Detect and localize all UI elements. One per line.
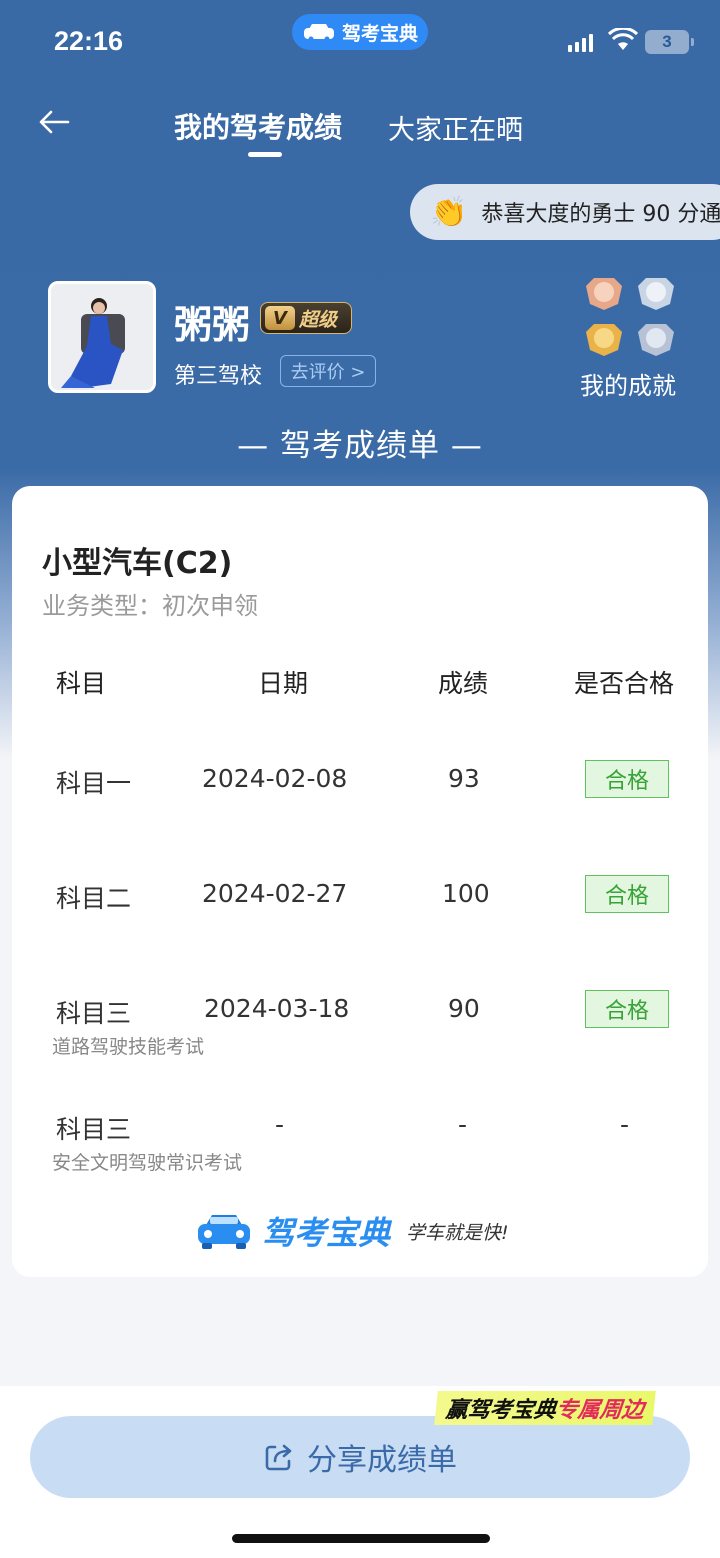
car-logo-icon xyxy=(198,1215,250,1249)
wifi-icon xyxy=(608,28,638,50)
header-subject: 科目 xyxy=(56,669,107,698)
username: 粥粥 xyxy=(174,303,251,347)
row-subject: 科目三 xyxy=(56,1115,132,1144)
vip-v-icon: V xyxy=(265,306,295,330)
share-button[interactable]: 分享成绩单 xyxy=(30,1416,690,1498)
table-row: 科目三 安全文明驾驶常识考试 - - - xyxy=(12,1106,708,1174)
business-type: 业务类型：初次申领 xyxy=(42,592,258,620)
pass-badge: 合格 xyxy=(585,760,669,798)
clap-icon: 👏 xyxy=(430,194,468,230)
table-row: 科目二 2024-02-27 100 合格 xyxy=(12,875,708,935)
review-button[interactable]: 去评价 > xyxy=(280,355,376,387)
row-score: - xyxy=(458,1110,468,1139)
avatar-image xyxy=(51,284,153,390)
row-score: 100 xyxy=(442,879,490,908)
row-note: 道路驾驶技能考试 xyxy=(52,1036,205,1058)
score-sheet-title: — 驾考成绩单 — xyxy=(237,428,483,464)
congrats-banner[interactable]: 👏 恭喜大度的勇士 90 分通 xyxy=(410,184,720,240)
vip-label: 超级 xyxy=(299,308,338,331)
signal-icon xyxy=(568,32,593,52)
tab-indicator xyxy=(248,152,282,157)
row-score: 93 xyxy=(448,764,480,793)
achievements-label[interactable]: 我的成就 xyxy=(580,366,676,401)
row-subject: 科目二 xyxy=(56,884,132,913)
promo-prefix: 赢驾考宝典 xyxy=(444,1398,558,1423)
row-date: 2024-02-27 xyxy=(202,879,348,908)
tab-my-scores[interactable]: 我的驾考成绩 xyxy=(174,106,342,146)
row-note: 安全文明驾驶常识考试 xyxy=(52,1152,243,1174)
row-subject: 科目三 xyxy=(56,999,132,1028)
promo-highlight: 专属周边 xyxy=(554,1398,646,1423)
avatar[interactable] xyxy=(48,281,156,393)
battery-indicator: 3 xyxy=(645,30,694,54)
back-arrow-icon[interactable] xyxy=(36,104,72,140)
share-button-label: 分享成绩单 xyxy=(307,1443,457,1478)
vehicle-type: 小型汽车(C2) xyxy=(42,546,233,581)
home-indicator xyxy=(232,1534,490,1543)
header-score: 成绩 xyxy=(438,669,489,698)
brand-name: 驾考宝典 xyxy=(262,1214,391,1252)
row-date: 2024-02-08 xyxy=(202,764,348,793)
car-icon xyxy=(303,24,334,42)
row-date: 2024-03-18 xyxy=(204,994,350,1023)
tab-everyone-sharing[interactable]: 大家正在晒 xyxy=(388,108,523,147)
driving-school: 第三驾校 xyxy=(174,364,263,389)
header-pass: 是否合格 xyxy=(574,669,675,698)
medals-icon[interactable] xyxy=(580,274,690,360)
row-result: - xyxy=(620,1110,630,1139)
header-date: 日期 xyxy=(258,669,309,698)
pass-badge: 合格 xyxy=(585,990,669,1028)
app-badge-label: 驾考宝典 xyxy=(341,22,418,45)
brand-slogan: 学车就是快! xyxy=(406,1221,509,1244)
score-card: 小型汽车(C2) 业务类型：初次申领 科目 日期 成绩 是否合格 科目一 202… xyxy=(12,486,708,1277)
congrats-text: 恭喜大度的勇士 90 分通 xyxy=(481,202,720,227)
table-row: 科目一 2024-02-08 93 合格 xyxy=(12,760,708,820)
share-icon xyxy=(265,1444,292,1471)
row-date: - xyxy=(275,1110,285,1139)
promo-banner[interactable]: 赢驾考宝典 专属周边 xyxy=(434,1391,656,1425)
row-score: 90 xyxy=(448,994,480,1023)
row-subject: 科目一 xyxy=(56,769,132,798)
brand-logo: 驾考宝典 学车就是快! xyxy=(196,1208,509,1254)
status-time: 22:16 xyxy=(54,26,124,56)
app-badge: 驾考宝典 xyxy=(292,14,428,50)
vip-badge[interactable]: V 超级 xyxy=(260,302,352,334)
pass-badge: 合格 xyxy=(585,875,669,913)
table-row: 科目三 道路驾驶技能考试 2024-03-18 90 合格 xyxy=(12,990,708,1058)
